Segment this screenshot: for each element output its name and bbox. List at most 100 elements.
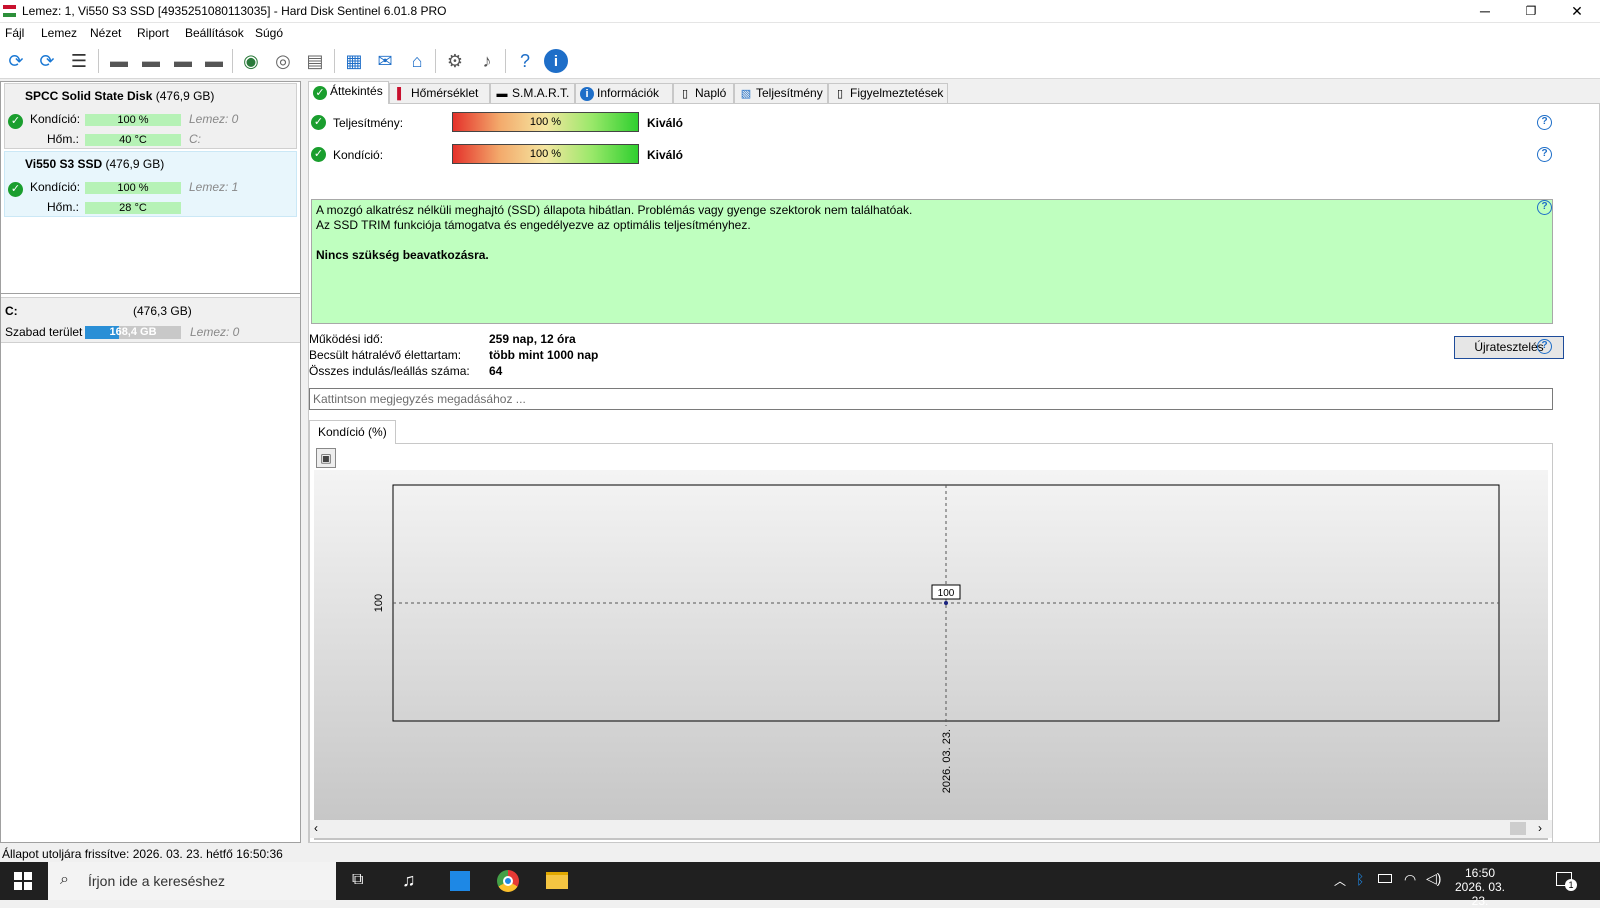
sound-icon[interactable]: ♪ (474, 48, 500, 74)
disk-item-vi550[interactable]: Vi550 S3 SSD (476,9 GB) ✓ Kondíció: 100 … (4, 151, 297, 217)
gear-icon[interactable]: ⚙ (442, 48, 468, 74)
disk-list-panel: SPCC Solid State Disk (476,9 GB) ✓ Kondí… (0, 81, 301, 843)
health-bar: 100 % (452, 144, 639, 164)
battery-icon[interactable] (1378, 874, 1392, 883)
disk-name: Vi550 S3 SSD (476,9 GB) (25, 157, 165, 171)
message-line: Az SSD TRIM funkciója támogatva és enged… (316, 218, 751, 232)
data-point (944, 601, 948, 605)
cd-icon[interactable]: ◎ (270, 48, 296, 74)
disk-check-icon[interactable]: ▬ (170, 48, 196, 74)
condition-label: Kondíció: (30, 180, 81, 194)
disk-search-icon[interactable]: ▬ (201, 48, 227, 74)
search-icon: ⌕ (60, 871, 69, 888)
notification-count: 1 (1565, 879, 1577, 891)
bluetooth-icon[interactable]: ᛒ (1356, 871, 1364, 887)
close-button[interactable]: ✕ (1554, 0, 1600, 23)
file-explorer-icon[interactable] (546, 872, 568, 889)
tab-temperature[interactable]: ▌ Hőmérséklet (389, 83, 490, 104)
starts-value: 64 (489, 364, 503, 378)
info-icon[interactable]: i (544, 49, 568, 73)
menu-help[interactable]: Súgó (255, 26, 283, 40)
y-tick-label: 100 (373, 594, 385, 612)
tab-label: Napló (695, 86, 727, 100)
volume-item[interactable]: C: (476,3 GB) Szabad terület 168,4 GB Le… (1, 297, 300, 343)
menu-file[interactable]: Fájl (5, 26, 24, 40)
help-icon[interactable]: ? (512, 48, 538, 74)
tab-performance[interactable]: ▧ Teljesítmény (734, 83, 828, 104)
disk-list-icon[interactable]: ☰ (66, 48, 92, 74)
menu-report[interactable]: Riport (137, 26, 169, 40)
help-icon[interactable]: ? (1537, 115, 1552, 130)
menu-settings[interactable]: Beállítások (185, 26, 244, 40)
condition-bar: 100 % (85, 182, 181, 194)
disk-index: Lemez: 0 (189, 112, 239, 126)
chart-area: ▣ 100 100 2026. 03. 23. ‹ › (309, 443, 1553, 843)
maximize-button[interactable]: ❐ (1508, 0, 1554, 23)
condition-bar: 100 % (85, 114, 181, 126)
divider (1, 293, 300, 294)
menu-disk[interactable]: Lemez (41, 26, 77, 40)
tab-smart[interactable]: ▬ S.M.A.R.T. (490, 83, 575, 104)
scroll-left-icon[interactable]: ‹ (314, 821, 318, 835)
uptime-label: Működési idő: (309, 332, 384, 346)
thermometer-icon: ▌ (397, 88, 405, 100)
refresh-icon[interactable]: ⟳ (3, 48, 29, 74)
temp-label: Hőm.: (47, 132, 80, 146)
disk-icon[interactable]: ▬ (106, 48, 132, 74)
horizontal-scrollbar[interactable]: ‹ › (310, 820, 1552, 838)
performance-label: Teljesítmény: (333, 116, 404, 130)
task-view-icon[interactable]: ⧉ (352, 871, 363, 889)
network-icon[interactable]: ⌂ (404, 48, 430, 74)
tab-alerts[interactable]: ▯ Figyelmeztetések (828, 83, 948, 104)
menu-view[interactable]: Nézet (90, 26, 121, 40)
tab-log[interactable]: ▯ Napló (673, 83, 734, 104)
chrome-icon[interactable] (497, 870, 519, 892)
menu-bar: Fájl Lemez Nézet Riport Beállítások Súgó (0, 23, 1600, 43)
chart-tab[interactable]: Kondíció (%) (309, 420, 396, 444)
last-updated-text: Állapot utoljára frissítve: 2026. 03. 23… (2, 847, 283, 861)
disk-schedule-icon[interactable]: ▬ (138, 48, 164, 74)
tab-label: Áttekintés (330, 84, 383, 98)
drive-icon[interactable]: ▤ (302, 48, 328, 74)
scroll-right-icon[interactable]: › (1538, 821, 1542, 835)
ok-check-icon: ✓ (8, 114, 23, 129)
help-icon[interactable]: ? (1537, 147, 1552, 162)
lifetime-label: Becsült hátralévő élettartam: (309, 348, 462, 362)
chevron-up-icon[interactable]: ︿ (1334, 872, 1346, 889)
music-app-icon[interactable]: ♫ (402, 870, 416, 891)
disk-icon: ▬ (496, 88, 508, 100)
save-icon[interactable]: ▣ (316, 448, 336, 468)
report-icon[interactable]: ▦ (341, 48, 367, 74)
windows-start-icon[interactable] (14, 872, 32, 890)
store-app-icon[interactable] (450, 871, 470, 891)
volume-size: (476,3 GB) (133, 304, 192, 318)
globe-icon[interactable]: ◉ (238, 48, 264, 74)
taskbar-search-box[interactable]: ⌕ Írjon ide a kereséshez (48, 862, 336, 900)
notification-icon[interactable]: 1 (1556, 872, 1577, 891)
clock[interactable]: 16:50 2026. 03. 23. (1448, 866, 1512, 908)
minimize-button[interactable]: ─ (1462, 0, 1508, 23)
scroll-thumb[interactable] (1510, 822, 1526, 835)
note-input[interactable]: Kattintson megjegyzés megadásához ... (309, 388, 1553, 410)
ok-check-icon: ✓ (313, 86, 327, 100)
wifi-icon[interactable]: ◠ (1404, 871, 1416, 888)
tab-label: S.M.A.R.T. (512, 86, 570, 100)
help-icon[interactable]: ? (1537, 339, 1552, 354)
volume-icon[interactable]: ◁) (1426, 870, 1441, 887)
disk-item-spcc[interactable]: SPCC Solid State Disk (476,9 GB) ✓ Kondí… (4, 83, 297, 149)
tab-information[interactable]: i Információk (575, 83, 673, 104)
lifetime-value: több mint 1000 nap (489, 348, 599, 362)
mail-icon[interactable]: ✉ (372, 48, 398, 74)
tab-overview[interactable]: ✓ Áttekintés (308, 81, 389, 104)
clock-time: 16:50 (1464, 866, 1496, 880)
help-icon[interactable]: ? (1537, 200, 1552, 215)
window-title: Lemez: 1, Vi550 S3 SSD [4935251080113035… (22, 4, 447, 18)
clock-date: 2026. 03. 23. (1454, 880, 1506, 908)
free-space-track: 168,4 GB (85, 326, 181, 339)
app-flag-icon (3, 5, 16, 17)
tab-label: Hőmérséklet (411, 86, 479, 100)
refresh-warning-icon[interactable]: ⟳ (34, 48, 60, 74)
title-bar: Lemez: 1, Vi550 S3 SSD [4935251080113035… (0, 0, 1600, 23)
main-panel: ✓ Áttekintés ▌ Hőmérséklet ▬ S.M.A.R.T. i In… (308, 81, 1600, 843)
health-label: Kondíció: (333, 148, 384, 162)
